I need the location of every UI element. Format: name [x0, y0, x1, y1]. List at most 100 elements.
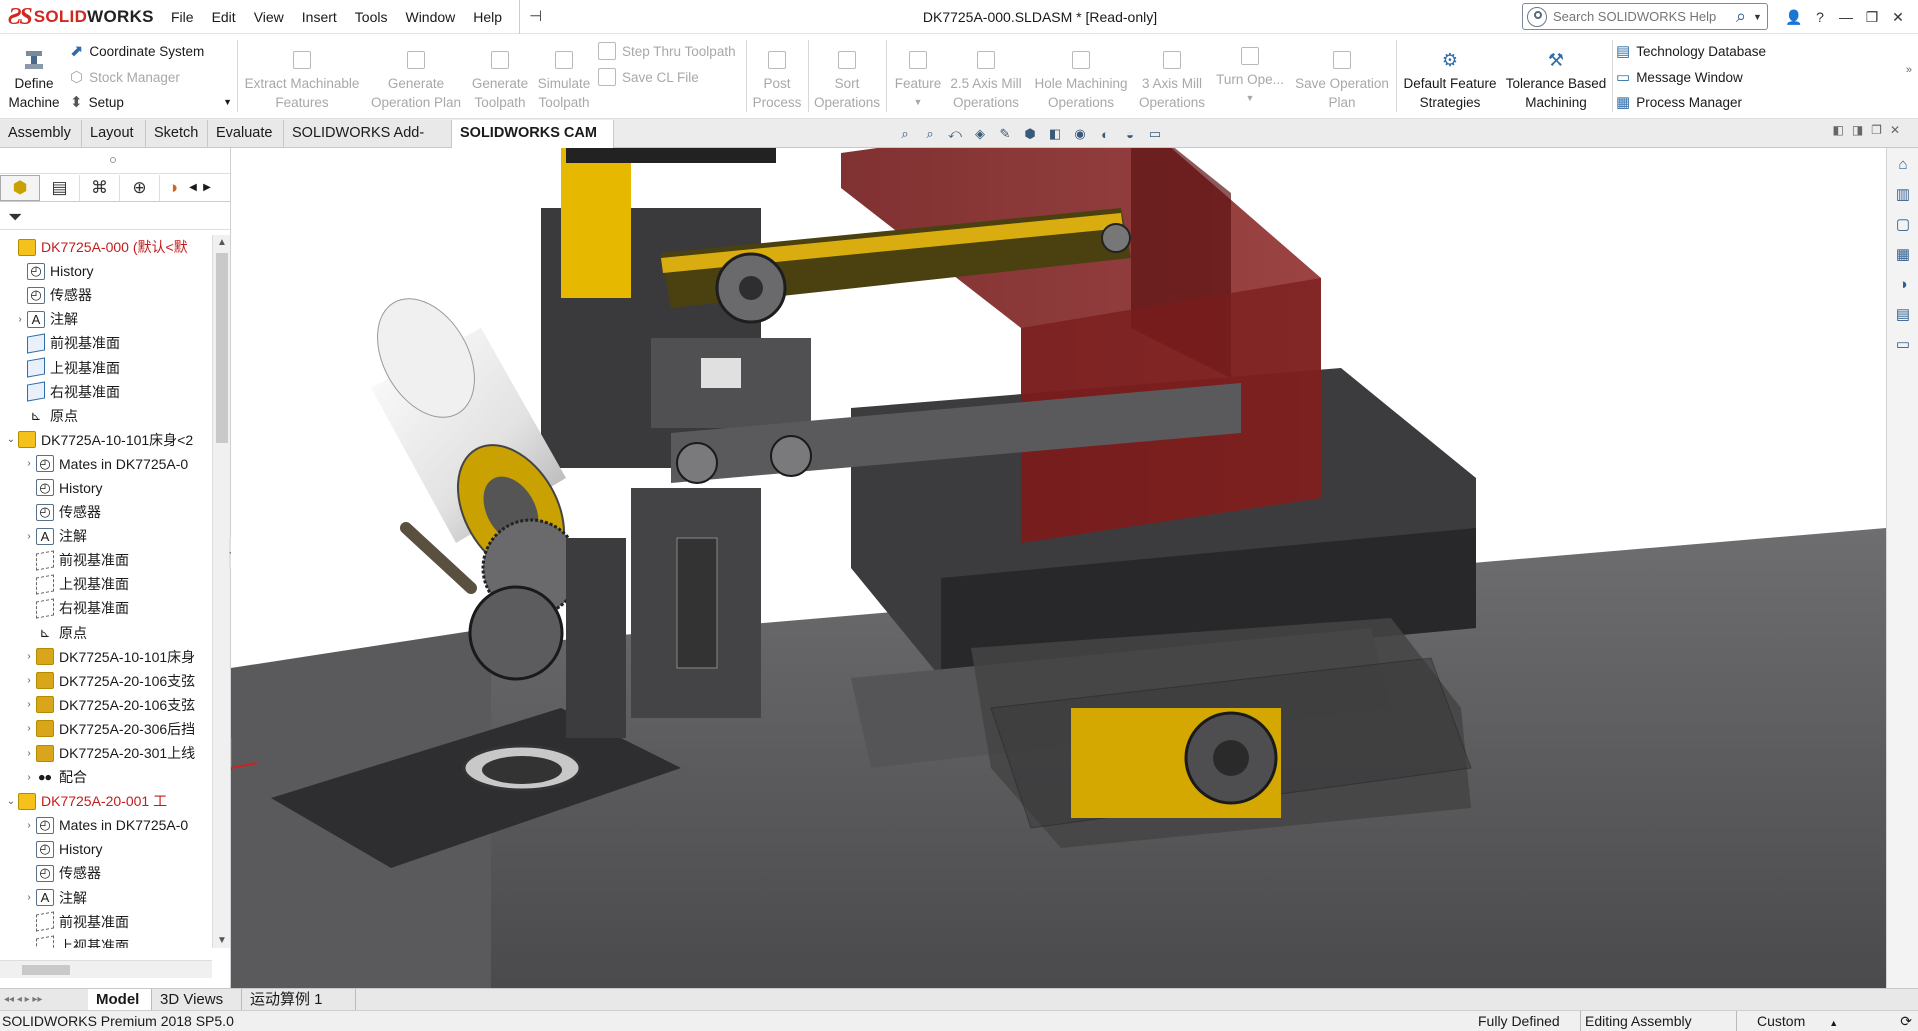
chevron-left-icon[interactable]: ◀ — [186, 182, 200, 193]
tree-node[interactable]: ⊾ 原点 — [0, 621, 212, 645]
filter-icon[interactable]: ⏷ — [8, 207, 22, 228]
dimxpert-tab-icon[interactable]: ⊕ — [120, 174, 160, 201]
search-help-box[interactable]: ⌕ ▼ — [1522, 3, 1768, 30]
chevron-up-icon[interactable]: ▲ — [1829, 1018, 1838, 1028]
generate-operation-plan-button[interactable]: Generate Operation Plan — [366, 34, 466, 119]
feature-manager-tab-icon[interactable]: ⬢ — [0, 174, 40, 201]
axis3-mill-button[interactable]: 3 Axis Mill Operations — [1136, 34, 1208, 119]
close-button[interactable]: ✕ — [1886, 9, 1910, 26]
tab-model[interactable]: Model — [88, 989, 152, 1010]
help-icon[interactable]: ? — [1808, 9, 1832, 25]
menu-edit[interactable]: Edit — [203, 0, 245, 34]
section-view-icon[interactable]: ◈ — [970, 124, 990, 144]
chevron-right-icon[interactable]: › — [22, 892, 36, 903]
chevron-right-icon[interactable]: › — [22, 772, 36, 783]
view-orientation-icon[interactable]: ⬢ — [1020, 124, 1040, 144]
step-thru-toolpath-button[interactable]: Step Thru Toolpath — [598, 40, 736, 62]
viewport-close-icon[interactable]: ✕ — [1890, 123, 1900, 137]
previous-view-icon[interactable]: ⤺ — [945, 124, 965, 144]
tree-node[interactable]: › DK7725A-20-301上线 — [0, 741, 212, 765]
viewport-restore-icon[interactable]: ❐ — [1871, 123, 1882, 137]
tab-solidworks-add-ins[interactable]: SOLIDWORKS Add-Ins — [284, 120, 452, 168]
chevron-down-icon[interactable]: ▼ — [1246, 89, 1255, 108]
tab-layout[interactable]: Layout — [82, 120, 146, 147]
chevron-down-icon[interactable]: ▼ — [1753, 12, 1767, 22]
chevron-right-icon[interactable]: › — [22, 531, 36, 542]
user-icon[interactable]: 👤 — [1782, 9, 1806, 26]
home-icon[interactable]: ⌂ — [1890, 151, 1916, 177]
tree-node[interactable]: 上视基准面 — [0, 572, 212, 596]
stock-manager-button[interactable]: ⬡ Stock Manager — [70, 66, 180, 88]
tab-nav-arrows-icon[interactable]: ◂◂ ◂ ▸ ▸▸ — [4, 989, 42, 1010]
appearances-icon[interactable]: ◑ — [1890, 271, 1916, 297]
message-window-button[interactable]: ▭ Message Window — [1616, 66, 1743, 88]
assembly-model-view[interactable] — [231, 148, 1886, 988]
tree-node[interactable]: ◴ History — [0, 259, 212, 283]
tree-node[interactable]: › DK7725A-10-101床身 — [0, 645, 212, 669]
menu-window[interactable]: Window — [396, 0, 464, 34]
tree-node[interactable]: 前视基准面 — [0, 548, 212, 572]
define-machine-button[interactable]: Define Machine — [4, 34, 64, 119]
edit-appearance-icon[interactable]: ◐ — [1095, 124, 1115, 144]
zoom-to-area-icon[interactable]: ⌕ — [920, 124, 940, 144]
chevron-right-icon[interactable]: › — [22, 723, 36, 734]
pin-menu-icon[interactable]: ⊣ — [519, 0, 551, 34]
tab-3d-views[interactable]: 3D Views — [152, 989, 242, 1010]
tree-node[interactable]: › ◴ Mates in DK7725A-0 — [0, 813, 212, 837]
post-process-button[interactable]: Post Process — [750, 34, 804, 119]
menu-help[interactable]: Help — [464, 0, 511, 34]
tree-node[interactable]: ◴ 传感器 — [0, 283, 212, 307]
tree-node[interactable]: ◴ History — [0, 476, 212, 500]
feature-button[interactable]: Feature ▼ — [890, 34, 946, 119]
chevron-down-icon[interactable]: ⌄ — [4, 796, 18, 807]
file-explorer-icon[interactable]: ▢ — [1890, 211, 1916, 237]
chevron-right-icon[interactable]: › — [22, 458, 36, 469]
tab-motion-study[interactable]: 运动算例 1 — [242, 989, 356, 1010]
technology-database-button[interactable]: ▤ Technology Database — [1616, 40, 1766, 62]
chevron-down-icon[interactable]: ▼ — [223, 97, 232, 107]
units-selector[interactable]: Custom ▲ — [1736, 1011, 1846, 1031]
chevron-down-icon[interactable]: ▼ — [914, 93, 923, 112]
scroll-down-icon[interactable]: ▼ — [213, 935, 231, 946]
panel-handle[interactable] — [0, 148, 230, 174]
tree-node[interactable]: 右视基准面 — [0, 380, 212, 404]
tree-node[interactable]: 右视基准面 — [0, 596, 212, 620]
tree-node[interactable]: › DK7725A-20-106支弦 — [0, 669, 212, 693]
chevron-down-icon[interactable]: ⌄ — [4, 434, 18, 445]
tree-node[interactable]: ⌄ DK7725A-20-001 工 — [0, 789, 212, 813]
scroll-thumb[interactable] — [216, 253, 228, 443]
tree-node[interactable]: 前视基准面 — [0, 910, 212, 934]
viewport-tile-icon[interactable]: ◨ — [1852, 123, 1863, 137]
search-scope-icon[interactable] — [1527, 6, 1547, 27]
menu-insert[interactable]: Insert — [293, 0, 346, 34]
tab-solidworks-cam[interactable]: SOLIDWORKS CAM — [452, 120, 614, 148]
view-palette-icon[interactable]: ▦ — [1890, 241, 1916, 267]
default-feature-strategies-button[interactable]: ⚙ Default Feature Strategies — [1400, 34, 1500, 119]
rebuild-icon[interactable]: ⟳ — [1900, 1011, 1912, 1031]
tree-node[interactable]: 前视基准面 — [0, 331, 212, 355]
dynamic-annotation-icon[interactable]: ✎ — [995, 124, 1015, 144]
display-style-icon[interactable]: ◧ — [1045, 124, 1065, 144]
tree-filter[interactable]: ⏷ — [0, 204, 230, 230]
chevron-right-icon[interactable]: › — [13, 314, 27, 325]
coordinate-system-button[interactable]: ⬈ Coordinate System — [70, 40, 204, 62]
chevron-right-icon[interactable]: › — [22, 820, 36, 831]
chevron-right-icon[interactable]: › — [22, 651, 36, 662]
tab-evaluate[interactable]: Evaluate — [208, 120, 284, 147]
chevron-right-icon[interactable]: › — [22, 699, 36, 710]
minimize-button[interactable]: — — [1834, 9, 1858, 25]
search-icon[interactable]: ⌕ — [1729, 6, 1753, 27]
search-input[interactable] — [1547, 9, 1729, 24]
tree-horizontal-scrollbar[interactable] — [0, 960, 212, 978]
tolerance-based-machining-button[interactable]: ⚒ Tolerance Based Machining — [1504, 34, 1608, 119]
tree-node[interactable]: › A 注解 — [0, 524, 212, 548]
tree-node[interactable]: ⊾ 原点 — [0, 404, 212, 428]
tree-node[interactable]: 上视基准面 — [0, 934, 212, 948]
sort-operations-button[interactable]: Sort Operations — [812, 34, 882, 119]
chevron-right-icon[interactable]: › — [22, 675, 36, 686]
menu-tools[interactable]: Tools — [346, 0, 397, 34]
setup-button[interactable]: ⬍ Setup ▼ — [70, 91, 232, 113]
restore-button[interactable]: ❐ — [1860, 9, 1884, 26]
turn-operations-button[interactable]: Turn Ope... ▼ — [1212, 34, 1288, 119]
tree-node[interactable]: DK7725A-000 (默认<默 — [0, 235, 212, 259]
